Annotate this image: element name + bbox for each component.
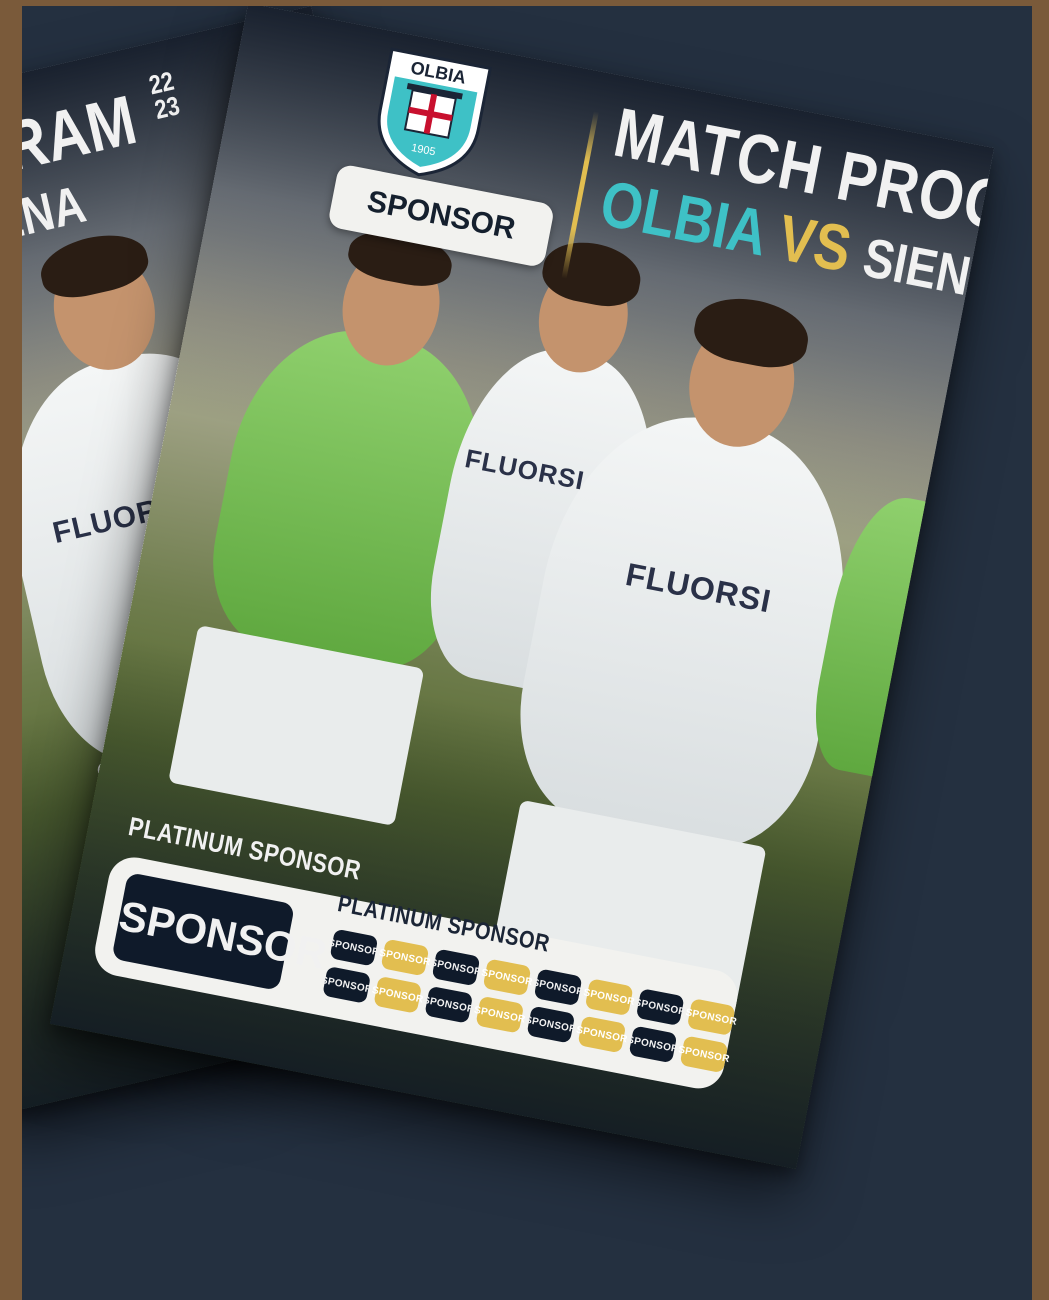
outer-frame: FLUORSI OGRAM 22 23 SIENA FLUORSI FLUORS…: [0, 0, 1049, 1300]
vs-label: VS: [772, 201, 857, 287]
olbia-crest-icon: OLBIA 1905: [377, 47, 492, 177]
mockup-canvas: FLUORSI OGRAM 22 23 SIENA FLUORSI FLUORS…: [22, 6, 1032, 1300]
